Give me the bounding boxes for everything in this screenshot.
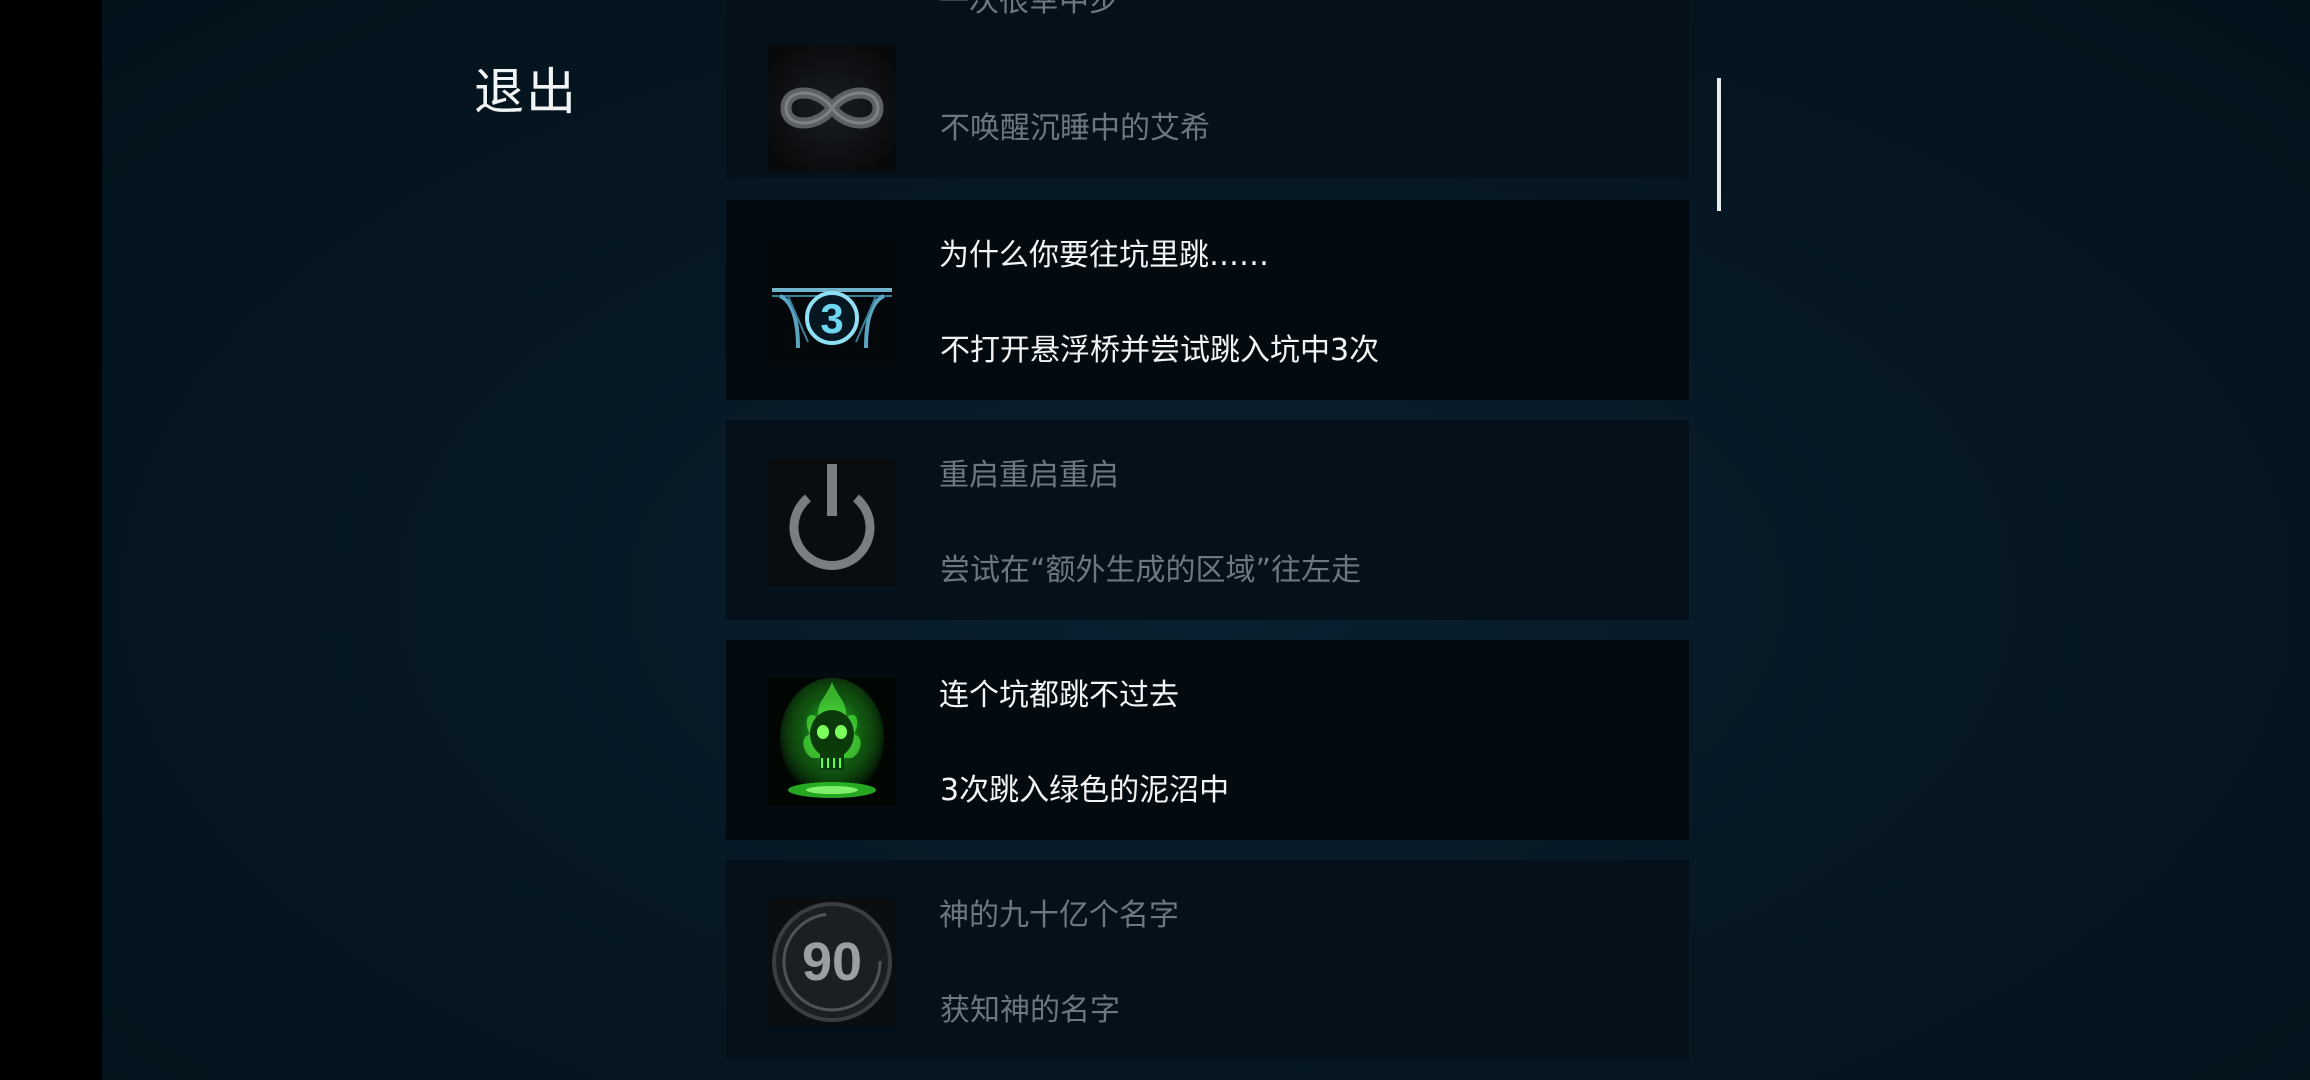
achievements-screen: 退出 一次很幸中步 不唤醒沉睡中的艾希 3 为什么你要往坑里跳…… 不打开悬浮桥… [102, 0, 2310, 1080]
bridge-three-number: 3 [820, 295, 843, 342]
infinity-icon [768, 44, 896, 172]
achievement-title: 连个坑都跳不过去 [939, 678, 1179, 713]
bridge-three-icon: 3 [768, 238, 896, 366]
achievement-description: 不唤醒沉睡中的艾希 [940, 111, 1210, 146]
achievement-card-pit-jump[interactable]: 3 为什么你要往坑里跳…… 不打开悬浮桥并尝试跳入坑中3次 [726, 200, 1689, 400]
list-scrollbar[interactable] [1717, 78, 1721, 211]
achievement-description: 获知神的名字 [940, 993, 1120, 1028]
game-screen: 退出 一次很幸中步 不唤醒沉睡中的艾希 3 为什么你要往坑里跳…… 不打开悬浮桥… [0, 0, 2310, 1080]
achievement-description: 3次跳入绿色的泥沼中 [940, 773, 1230, 808]
ninety-badge-number: 90 [802, 932, 862, 992]
achievement-list[interactable]: 一次很幸中步 不唤醒沉睡中的艾希 3 为什么你要往坑里跳…… 不打开悬浮桥并尝试… [723, 0, 1789, 1080]
exit-button[interactable]: 退出 [474, 52, 578, 124]
achievement-card-restart[interactable]: 重启重启重启 尝试在“额外生成的区域”往左走 [726, 420, 1689, 620]
green-skull-icon [768, 678, 896, 806]
power-icon [768, 458, 896, 586]
ninety-badge-icon: 90 [768, 898, 896, 1026]
achievement-card-god-names[interactable]: 90 神的九十亿个名字 获知神的名字 [726, 860, 1689, 1060]
achievement-description: 尝试在“额外生成的区域”往左走 [940, 553, 1362, 588]
achievement-title: 一次很幸中步 [939, 0, 1119, 19]
device-bezel [0, 0, 102, 1080]
achievement-card-green-swamp[interactable]: 连个坑都跳不过去 3次跳入绿色的泥沼中 [726, 640, 1689, 840]
achievement-card-sleeping-ash[interactable]: 一次很幸中步 不唤醒沉睡中的艾希 [726, 0, 1689, 178]
achievement-title: 重启重启重启 [939, 458, 1119, 493]
achievement-title: 神的九十亿个名字 [939, 898, 1179, 933]
achievement-title: 为什么你要往坑里跳…… [939, 238, 1269, 273]
achievement-description: 不打开悬浮桥并尝试跳入坑中3次 [940, 333, 1380, 368]
